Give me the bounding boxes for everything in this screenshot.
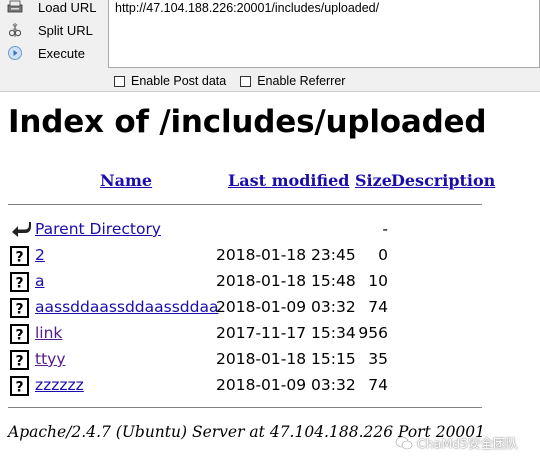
enable-referrer-option[interactable]: Enable Referrer bbox=[240, 74, 345, 88]
unknown-file-icon: ? bbox=[10, 298, 30, 318]
file-link[interactable]: 2 bbox=[35, 245, 45, 265]
file-last-modified: 2018-01-09 03:32 bbox=[216, 376, 356, 394]
svg-text:?: ? bbox=[15, 302, 23, 318]
svg-text:?: ? bbox=[15, 328, 23, 344]
sort-by-description-link[interactable]: Description bbox=[391, 171, 495, 190]
file-last-modified: 2018-01-18 15:48 bbox=[216, 272, 356, 290]
file-link[interactable]: zzzzzz bbox=[35, 375, 84, 395]
wechat-logo-icon bbox=[395, 436, 413, 450]
enable-post-data-checkbox[interactable] bbox=[114, 75, 125, 87]
back-arrow-icon bbox=[10, 220, 31, 240]
file-link[interactable]: a bbox=[35, 271, 45, 291]
split-url-button[interactable]: Split URL bbox=[6, 20, 93, 40]
file-size: 10 bbox=[368, 272, 388, 290]
load-url-icon bbox=[6, 0, 24, 15]
file-row: ? link 2017-11-17 15:34 956 bbox=[8, 323, 488, 345]
split-url-icon bbox=[6, 22, 24, 38]
unknown-file-icon: ? bbox=[10, 246, 30, 266]
url-textarea[interactable]: http://47.104.188.226:20001/includes/upl… bbox=[108, 0, 540, 68]
enable-post-data-option[interactable]: Enable Post data bbox=[114, 74, 226, 88]
execute-icon bbox=[6, 45, 24, 61]
sort-by-size-link[interactable]: Size bbox=[355, 171, 392, 190]
execute-label: Execute bbox=[38, 45, 85, 61]
file-last-modified: 2018-01-18 15:15 bbox=[216, 350, 356, 368]
file-link[interactable]: link bbox=[35, 323, 62, 343]
sort-by-last-modified-link[interactable]: Last modified bbox=[228, 171, 349, 190]
unknown-file-icon: ? bbox=[10, 350, 30, 370]
file-size: 74 bbox=[368, 298, 388, 316]
file-link[interactable]: aassddaassddaassddaa bbox=[35, 297, 218, 317]
hackbar-actions: Load URL Split URL Execute bbox=[0, 0, 108, 70]
file-last-modified: 2018-01-09 03:32 bbox=[216, 298, 356, 316]
execute-button[interactable]: Execute bbox=[6, 43, 85, 63]
unknown-file-icon: ? bbox=[10, 324, 30, 344]
unknown-file-icon: ? bbox=[10, 376, 30, 396]
split-url-label: Split URL bbox=[38, 22, 93, 38]
file-last-modified: 2018-01-18 23:45 bbox=[216, 246, 356, 264]
header-divider bbox=[8, 204, 482, 205]
watermark-text: ChaMd5安全团队 bbox=[417, 436, 518, 451]
file-size: 956 bbox=[358, 324, 388, 342]
enable-referrer-label: Enable Referrer bbox=[257, 74, 346, 88]
file-row: ? a 2018-01-18 15:48 10 bbox=[8, 271, 488, 293]
file-size: 0 bbox=[378, 246, 388, 264]
svg-text:?: ? bbox=[15, 276, 23, 292]
load-url-label: Load URL bbox=[38, 0, 97, 15]
file-last-modified: 2017-11-17 15:34 bbox=[216, 324, 356, 342]
svg-text:?: ? bbox=[15, 380, 23, 396]
svg-text:?: ? bbox=[15, 354, 23, 370]
hackbar-options: Enable Post data Enable Referrer bbox=[114, 73, 359, 89]
watermark: ChaMd5安全团队 bbox=[395, 433, 518, 452]
enable-post-data-label: Enable Post data bbox=[131, 74, 227, 88]
file-row: ? aassddaassddaassddaa 2018-01-09 03:32 74 bbox=[8, 297, 488, 319]
file-row: ? 2 2018-01-18 23:45 0 bbox=[8, 245, 488, 267]
enable-referrer-checkbox[interactable] bbox=[240, 75, 252, 87]
footer-divider bbox=[8, 407, 482, 408]
file-link[interactable]: ttyy bbox=[35, 349, 66, 369]
parent-directory-size: - bbox=[382, 220, 388, 238]
unknown-file-icon: ? bbox=[10, 272, 30, 292]
hackbar-toolbar: Load URL Split URL Execute http://47.104… bbox=[0, 0, 540, 92]
file-row: ? ttyy 2018-01-18 15:15 35 bbox=[8, 349, 488, 371]
file-size: 74 bbox=[368, 376, 388, 394]
file-row: ? zzzzzz 2018-01-09 03:32 74 bbox=[8, 375, 488, 397]
load-url-button[interactable]: Load URL bbox=[6, 0, 97, 17]
sort-by-name-link[interactable]: Name bbox=[100, 171, 152, 190]
parent-directory-row: Parent Directory - bbox=[8, 219, 488, 241]
svg-text:?: ? bbox=[15, 250, 23, 266]
page-title: Index of /includes/uploaded bbox=[8, 104, 487, 140]
file-size: 35 bbox=[368, 350, 388, 368]
parent-directory-link[interactable]: Parent Directory bbox=[35, 219, 161, 239]
